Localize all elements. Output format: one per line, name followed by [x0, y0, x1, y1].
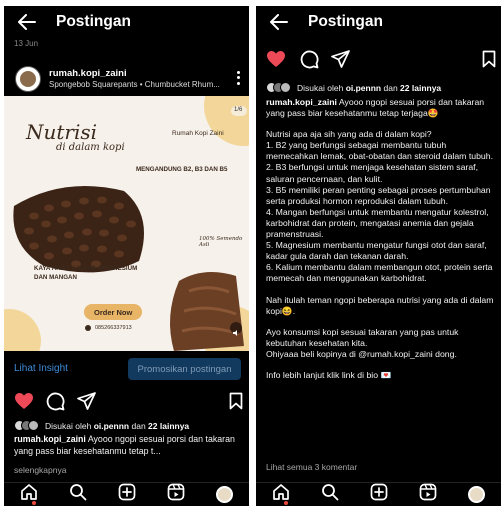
likes-summary[interactable]: Disukai oleh oi.pennn dan 22 lainnya [266, 82, 441, 93]
avatar[interactable] [15, 66, 41, 92]
slide-counter: 1/6 [234, 107, 243, 113]
caption-paragraph: Info lebih lanjut klik link di bio 💌 [266, 369, 392, 380]
liked-user[interactable]: oi.pennn [346, 83, 381, 93]
action-bar [4, 392, 249, 412]
caption-username[interactable]: rumah.kopi_zaini [266, 97, 337, 107]
back-arrow-icon[interactable] [268, 11, 290, 33]
page-title: Postingan [56, 13, 131, 30]
search-icon[interactable] [321, 483, 339, 506]
profile-icon[interactable] [468, 486, 486, 503]
post-header: rumah.kopi_zaini Spongebob Squarepants •… [4, 62, 249, 96]
search-icon[interactable] [69, 483, 87, 506]
action-bar [256, 50, 501, 70]
likes-summary[interactable]: Disukai oleh oi.pennn dan 22 lainnya [14, 420, 189, 431]
see-more-link[interactable]: selengkapnya [14, 465, 66, 475]
nav-active-dot [32, 501, 36, 505]
liked-mid: dan [131, 420, 146, 431]
post-caption: rumah.kopi_zaini Ayooo ngopi sesuai pors… [14, 434, 241, 457]
post-date: 13 Jun [14, 39, 39, 48]
top-bar: Postingan [256, 6, 501, 38]
liker-avatars [14, 420, 39, 431]
reels-icon[interactable] [419, 483, 437, 506]
caption-paragraph: 6. Kalium membantu dalam membangun otot,… [266, 262, 493, 284]
create-icon[interactable] [118, 483, 136, 506]
create-icon[interactable] [370, 483, 388, 506]
mute-icon[interactable] [232, 324, 240, 342]
caption-paragraph: Ayo konsumsi kopi sesuai takaran yang pa… [266, 326, 459, 348]
order-now-label: Order Now [94, 308, 133, 317]
liked-count[interactable]: 22 lainnya [400, 83, 441, 93]
caption-paragraph: 3. B5 memiliki peran penting sebagai pro… [266, 184, 491, 206]
share-icon[interactable] [331, 50, 350, 73]
image-brand: Rumah Kopi Zaini [172, 130, 224, 137]
bottom-nav [4, 482, 249, 506]
liked-mid: dan [383, 82, 398, 93]
post-username[interactable]: rumah.kopi_zaini [49, 68, 220, 79]
image-headline: Nutrisi [26, 120, 98, 144]
heart-icon[interactable] [266, 50, 286, 73]
view-all-comments-link[interactable]: Lihat semua 3 komentar [266, 462, 357, 472]
image-stamp: 100% Semendo Asli [199, 236, 243, 248]
image-subhead: di dalam kopi [56, 142, 125, 153]
bottom-nav [256, 482, 501, 506]
liked-prefix: Disukai oleh [297, 82, 344, 93]
promote-post-button[interactable]: Promosikan postingan [128, 358, 241, 380]
image-phone: 085266337913 [95, 325, 132, 331]
back-arrow-icon[interactable] [16, 11, 38, 33]
liked-prefix: Disukai oleh [45, 420, 92, 431]
caption-paragraph: 2. B3 berfungsi untuk menjaga kesehatan … [266, 162, 478, 184]
caption-paragraph: 4. Mangan berfungsi untuk membantu menga… [266, 206, 489, 240]
comment-icon[interactable] [46, 392, 65, 416]
share-icon[interactable] [77, 392, 96, 415]
nav-active-dot [284, 501, 288, 505]
top-bar: Postingan [4, 6, 249, 38]
more-dots-icon[interactable] [233, 70, 243, 86]
full-caption: rumah.kopi_zaini Ayooo ngopi sesuai pors… [266, 97, 495, 381]
reels-icon[interactable] [167, 483, 185, 506]
caption-paragraph: 1. B2 yang berfungsi sebagai membantu tu… [266, 140, 493, 162]
post-screen-right: Postingan Disukai oleh oi.pennn dan 22 l… [256, 6, 501, 506]
heart-icon[interactable] [14, 392, 34, 415]
image-bullet-1: MENGANDUNG B2, B3 DAN B5 [136, 166, 228, 173]
liked-count[interactable]: 22 lainnya [148, 421, 189, 431]
caption-username[interactable]: rumah.kopi_zaini [14, 434, 86, 444]
bookmark-icon[interactable] [482, 50, 496, 73]
post-audio[interactable]: Spongebob Squarepants • Chumbucket Rhum.… [49, 79, 220, 90]
caption-paragraph: Nah itulah teman ngopi beberapa nutrisi … [266, 294, 494, 316]
comment-icon[interactable] [300, 50, 319, 74]
caption-paragraph: Nutrisi apa aja sih yang ada di dalam ko… [266, 129, 432, 140]
liked-user[interactable]: oi.pennn [94, 421, 129, 431]
image-bullet-2: KAYA AKAN KALIUM, MAGNESIUM DAN MANGAN [34, 265, 138, 281]
view-insights-link[interactable]: Lihat Insight [14, 363, 68, 374]
post-screen-left: Postingan 13 Jun rumah.kopi_zaini Sponge… [4, 6, 249, 506]
caption-paragraph: Ohiyaaa beli kopinya di @rumah.kopi_zain… [266, 348, 457, 359]
bookmark-icon[interactable] [229, 392, 243, 415]
caption-paragraph: 5. Magnesium membantu mengatur fungsi ot… [266, 240, 487, 262]
post-image[interactable]: Nutrisi di dalam kopi Rumah Kopi Zaini M… [4, 96, 249, 351]
liker-avatars [266, 82, 291, 93]
profile-icon[interactable] [216, 486, 234, 503]
page-title: Postingan [308, 13, 383, 30]
